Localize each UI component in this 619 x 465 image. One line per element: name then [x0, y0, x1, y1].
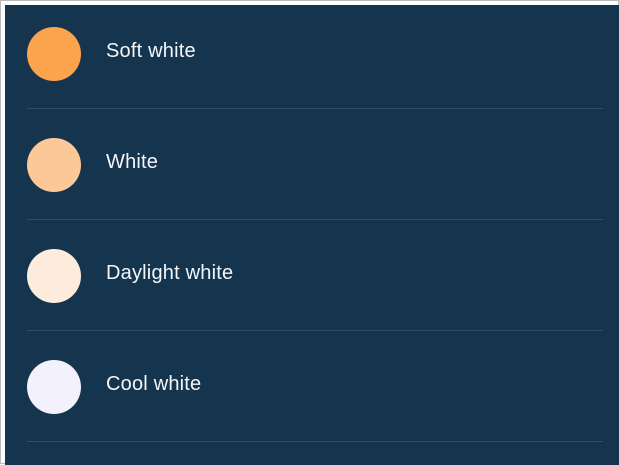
divider [27, 441, 603, 442]
option-label: White [106, 151, 159, 173]
daylight-white-swatch [27, 249, 81, 303]
divider [27, 330, 603, 331]
color-option-white[interactable]: White [5, 116, 619, 227]
color-option-cool-white[interactable]: Cool white [5, 338, 619, 449]
option-label: Daylight white [106, 262, 234, 284]
soft-white-swatch [27, 27, 81, 81]
color-option-soft-white[interactable]: Soft white [5, 5, 619, 116]
divider [27, 219, 603, 220]
cool-white-swatch [27, 360, 81, 414]
option-label: Cool white [106, 373, 202, 395]
option-label: Soft white [106, 40, 196, 62]
window-frame: Soft white White Daylight white Cool whi… [0, 0, 619, 465]
white-swatch [27, 138, 81, 192]
color-option-daylight-white[interactable]: Daylight white [5, 227, 619, 338]
divider [27, 108, 603, 109]
light-color-list: Soft white White Daylight white Cool whi… [5, 5, 619, 465]
